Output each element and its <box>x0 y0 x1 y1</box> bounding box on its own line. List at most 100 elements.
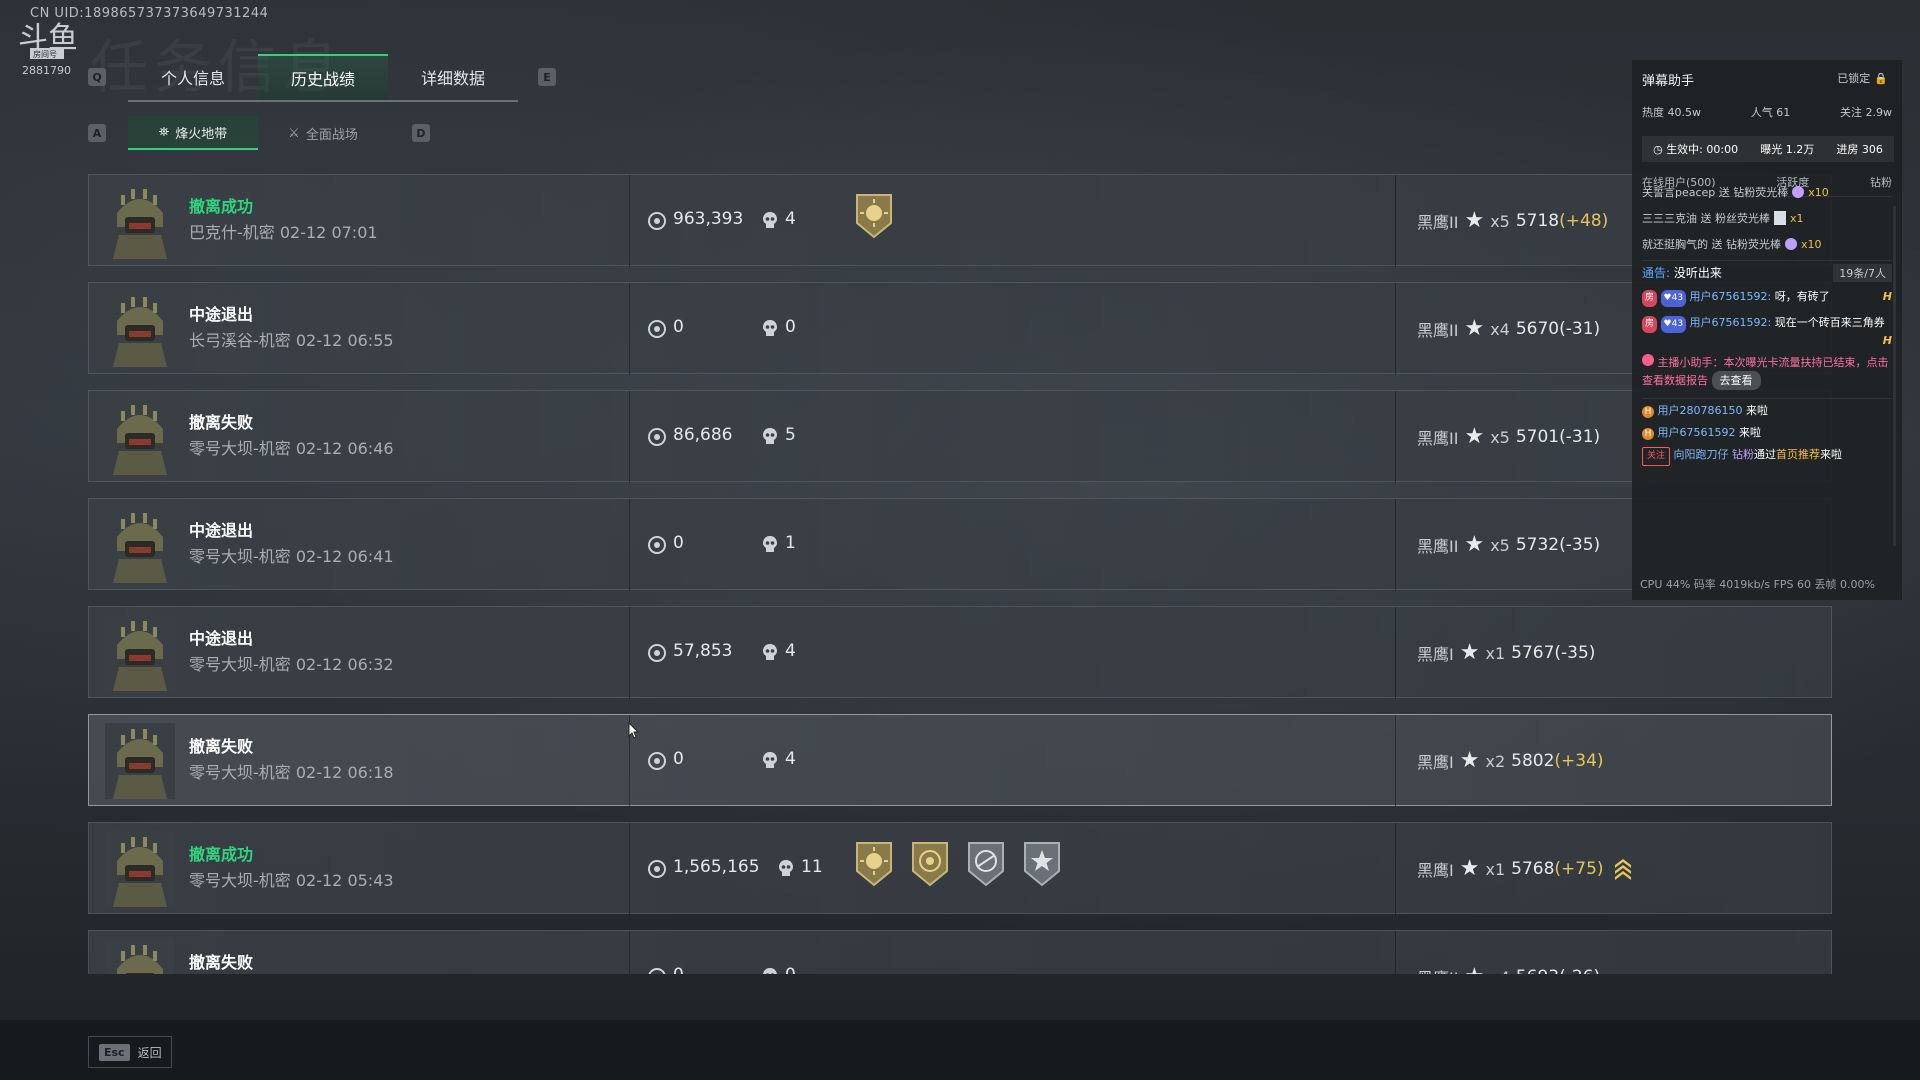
match-kills: 5 <box>785 425 796 445</box>
match-status: 撤离失败 <box>189 953 254 972</box>
match-map-time: 巴克什-机密 02-12 07:01 <box>189 223 378 242</box>
match-row[interactable]: 中途退出 零号大坝-机密 02-12 06:41 0 1 黑鹰II ★ x5 5… <box>88 498 1832 591</box>
row-divider <box>1395 391 1396 483</box>
operator-avatar <box>105 723 175 799</box>
lock-toggle[interactable]: 已锁定 🔒 <box>1837 70 1888 86</box>
row-divider <box>629 175 630 267</box>
row-divider <box>1395 715 1396 807</box>
skull-icon <box>763 536 777 552</box>
rank-stars: x2 <box>1485 751 1506 771</box>
match-kills: 4 <box>785 749 796 769</box>
mouse-cursor-icon <box>628 722 640 739</box>
match-kills: 11 <box>801 857 823 877</box>
star-icon: ★ <box>1459 856 1480 881</box>
notice-count: 19条/7人 <box>1833 264 1892 282</box>
match-map-time: 长弓溪谷-机密 02-12 06:55 <box>189 331 394 350</box>
skull-icon <box>779 860 793 876</box>
star-icon: ★ <box>1459 640 1480 665</box>
glowstick-icon <box>1774 211 1786 225</box>
rank-score: 5732(-35) <box>1515 535 1601 555</box>
view-report-button[interactable]: 去查看 <box>1711 371 1761 390</box>
match-money: 57,853 <box>673 641 733 661</box>
rank-up-icon <box>1615 859 1631 880</box>
back-label: 返回 <box>137 1045 162 1060</box>
match-map-time: 零号大坝-机密 02-12 06:41 <box>189 547 394 566</box>
follow-message: 关注 向阳跑刀仔 钻粉通过首页推荐来啦 <box>1642 446 1892 466</box>
rank-stars: x5 <box>1490 535 1510 555</box>
star-icon: ★ <box>1459 748 1480 773</box>
tab-match-history[interactable]: 历史战绩 <box>258 54 388 100</box>
glowstick-icon <box>1785 238 1797 250</box>
sun-badge-icon <box>856 194 892 239</box>
currency-icon <box>648 428 666 446</box>
row-divider <box>1395 607 1396 699</box>
match-row[interactable]: 撤离成功 巴克什-机密 02-12 07:01 963,393 4 黑鹰II ★… <box>88 174 1832 267</box>
match-rank: 黑鹰II ★ x5 5732(-35) <box>1417 533 1600 557</box>
rank-score: 5767(-35) <box>1511 643 1596 663</box>
match-kills: 4 <box>785 209 796 229</box>
effect-active: ◷ 生效中: 00:00 <box>1653 143 1739 156</box>
coin-badge-icon <box>912 842 948 887</box>
follow-stat: 关注 2.9w <box>1840 106 1892 119</box>
match-money: 1,565,165 <box>673 857 760 877</box>
warfare-icon: ⚔ <box>288 125 300 141</box>
subtab-warfare[interactable]: ⚔ 全面战场 <box>258 116 388 150</box>
match-money: 0 <box>673 317 684 337</box>
rank-score: 5718(+48) <box>1515 211 1609 231</box>
tab-detailed-data[interactable]: 详细数据 <box>388 54 518 100</box>
match-row[interactable]: 撤离失败 零号大坝-机密 02-12 06:46 86,686 5 黑鹰II ★… <box>88 390 1832 483</box>
exposure-stat: 曝光 1.2万 <box>1760 143 1815 156</box>
notice-line: 通告: 没听出来 19条/7人 <box>1642 264 1892 282</box>
popularity-stat: 人气 61 <box>1750 106 1791 119</box>
skull-icon <box>763 428 777 444</box>
rank-name: 黑鹰I <box>1417 645 1454 664</box>
room-number: 2881790 <box>22 64 71 77</box>
match-row[interactable]: 撤离失败 零号大坝-机密 02-12 06:18 0 4 黑鹰I ★ x2 58… <box>88 714 1832 807</box>
rank-stars: x5 <box>1490 211 1510 231</box>
row-divider <box>629 931 630 974</box>
match-row[interactable]: 中途退出 零号大坝-机密 02-12 06:32 57,853 4 黑鹰I ★ … <box>88 606 1832 699</box>
match-kills: 4 <box>785 641 796 661</box>
match-row[interactable]: 中途退出 长弓溪谷-机密 02-12 06:55 0 0 黑鹰II ★ x4 5… <box>88 282 1832 375</box>
rank-name: 黑鹰II <box>1417 537 1459 556</box>
operator-avatar <box>105 615 175 691</box>
uid-text: CN UID:1898657373736497312​44 <box>30 6 269 21</box>
chat-message: 房 ♥43 用户67561592: 呀，有砖了 H <box>1642 288 1892 307</box>
skull-icon <box>763 644 777 660</box>
separator <box>1642 260 1892 261</box>
rank-stars: x5 <box>1490 427 1510 447</box>
row-divider <box>1395 283 1396 375</box>
subtab-operations[interactable]: ⛯ 烽火地带 <box>128 116 258 150</box>
key-hint-e: E <box>538 68 556 86</box>
danmaku-assistant-panel: 弹幕助手 已锁定 🔒 热度 40.5w 人气 61 关注 2.9w ◷ 生效中:… <box>1632 60 1902 600</box>
row-divider <box>629 607 630 699</box>
operator-avatar <box>105 291 175 367</box>
tab-diamond-fans[interactable]: 钻粉 <box>1870 174 1892 190</box>
operator-avatar <box>105 831 175 907</box>
row-divider <box>1395 931 1396 974</box>
rank-score: 5768(+75) <box>1511 859 1604 879</box>
match-rank: 黑鹰II ★ x4 5693(-26) <box>1417 965 1600 975</box>
user-badge-icon: H <box>1642 406 1654 418</box>
match-kills: 0 <box>785 317 796 337</box>
main-tabs: 个人信息 历史战绩 详细数据 <box>128 54 518 102</box>
tab-personal-info[interactable]: 个人信息 <box>128 54 258 100</box>
performance-stats: CPU 44% 码率 4019kb/s FPS 60 丢帧 0.00% <box>1640 578 1875 591</box>
row-divider <box>629 283 630 375</box>
stream-stats: 热度 40.5w 人气 61 关注 2.9w <box>1642 104 1892 120</box>
match-row[interactable]: 撤离成功 零号大坝-机密 02-12 05:43 1,565,165 11 黑鹰… <box>88 822 1832 915</box>
rank-score: 5701(-31) <box>1515 427 1601 447</box>
match-row[interactable]: 撤离失败 0 0 黑鹰II ★ x4 5693(-26) <box>88 930 1832 974</box>
rank-stars: x1 <box>1485 859 1506 879</box>
row-divider <box>629 499 630 591</box>
chat-scrollbar[interactable] <box>1893 206 1896 546</box>
match-rank: 黑鹰II ★ x5 5718(+48) <box>1417 209 1608 233</box>
subtab-operations-label: 烽火地带 <box>175 126 228 142</box>
subtab-warfare-label: 全面战场 <box>305 127 358 143</box>
match-map-time: 零号大坝-机密 02-12 05:43 <box>189 871 394 890</box>
rank-score: 5693(-26) <box>1516 967 1600 974</box>
glowstick-icon <box>1792 186 1805 198</box>
back-button[interactable]: Esc 返回 <box>88 1036 172 1068</box>
lock-icon: 🔒 <box>1874 71 1888 85</box>
currency-icon <box>648 752 666 770</box>
